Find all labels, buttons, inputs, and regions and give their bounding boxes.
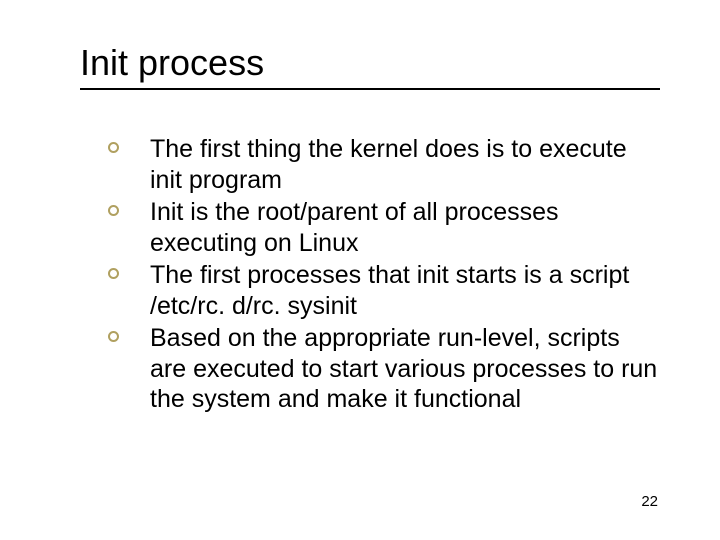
- page-number: 22: [641, 493, 658, 510]
- title-underline: [80, 88, 660, 90]
- slide-title: Init process: [80, 42, 660, 84]
- slide: Init process The first thing the kernel …: [0, 0, 720, 540]
- bullet-item: Based on the appropriate run-level, scri…: [108, 323, 660, 415]
- bullet-list: The first thing the kernel does is to ex…: [80, 134, 660, 415]
- bullet-item: The first processes that init starts is …: [108, 260, 660, 321]
- bullet-item: The first thing the kernel does is to ex…: [108, 134, 660, 195]
- bullet-item: Init is the root/parent of all processes…: [108, 197, 660, 258]
